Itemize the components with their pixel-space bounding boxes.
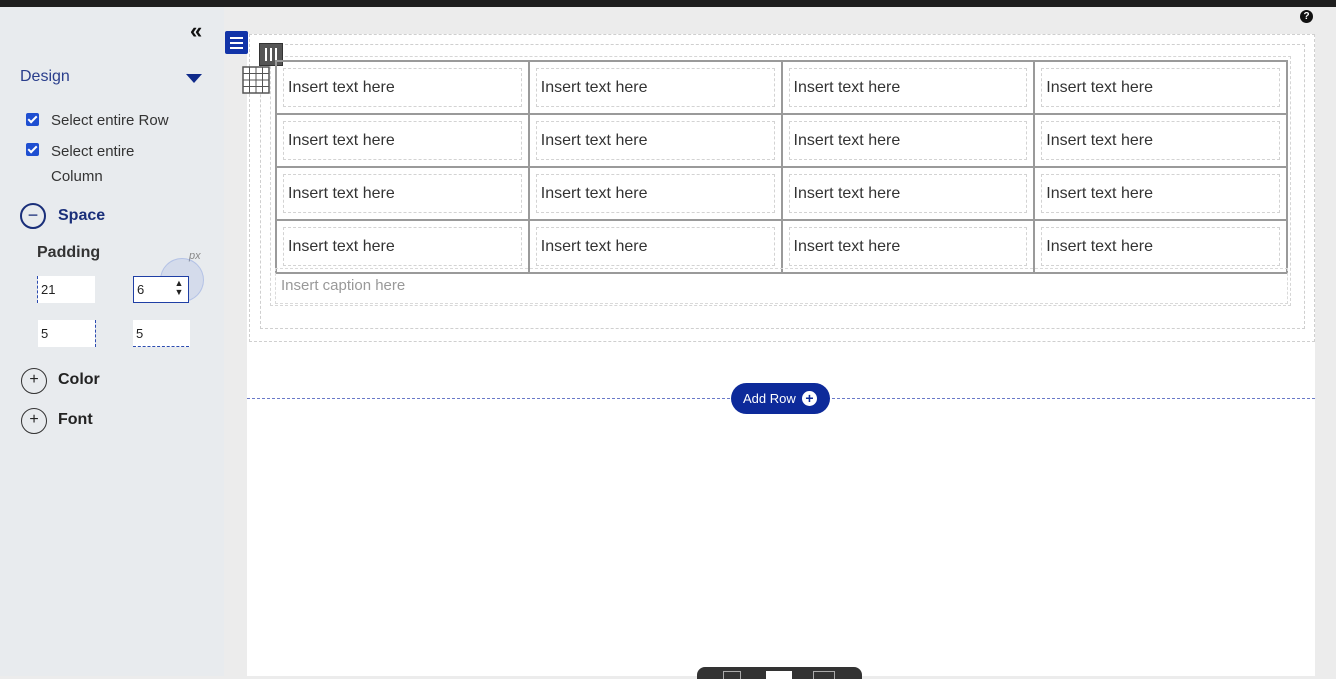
- table-cell[interactable]: Insert text here: [1033, 219, 1288, 274]
- table-cell[interactable]: Insert text here: [780, 166, 1036, 221]
- padding-bottom-indicator: [95, 320, 96, 347]
- select-entire-column-label: Select entire Column: [51, 143, 135, 185]
- cell-text[interactable]: Insert text here: [535, 174, 775, 213]
- table-cell[interactable]: Insert text here: [780, 113, 1036, 168]
- design-section-title: Design: [20, 68, 70, 85]
- cell-text[interactable]: Insert text here: [1041, 174, 1280, 213]
- table-row: Insert text here Insert text here Insert…: [275, 166, 1288, 221]
- cell-text[interactable]: Insert text here: [788, 68, 1028, 107]
- cell-text[interactable]: Insert text here: [1041, 121, 1280, 160]
- padding-top-indicator: [37, 276, 38, 303]
- add-row-label: Add Row: [743, 391, 796, 406]
- collapse-sidebar-button[interactable]: «: [190, 20, 202, 42]
- table-cell[interactable]: Insert text here: [1033, 113, 1288, 168]
- table-cell[interactable]: Insert text here: [527, 166, 783, 221]
- bottom-toolbar: [697, 667, 862, 679]
- padding-bottom-input[interactable]: [38, 320, 95, 347]
- select-entire-row-checkbox[interactable]: [26, 113, 39, 126]
- color-expand-icon[interactable]: +: [21, 368, 47, 394]
- cell-text[interactable]: Insert text here: [283, 174, 522, 213]
- padding-left-indicator: [133, 346, 189, 347]
- table-cell[interactable]: Insert text here: [527, 219, 783, 274]
- color-section-label[interactable]: Color: [58, 371, 100, 389]
- font-expand-icon[interactable]: +: [21, 408, 47, 434]
- padding-right-stepper-icon[interactable]: ▲ ▼: [173, 279, 185, 297]
- table-cell[interactable]: Insert text here: [1033, 166, 1288, 221]
- block-menu-icon[interactable]: [225, 31, 248, 54]
- table-caption-input[interactable]: Insert caption here: [275, 268, 1288, 304]
- select-entire-column-checkbox[interactable]: [26, 143, 39, 156]
- content-table: Insert text here Insert text here Insert…: [275, 60, 1288, 274]
- cell-text[interactable]: Insert text here: [535, 121, 775, 160]
- cell-text[interactable]: Insert text here: [283, 68, 522, 107]
- table-cell[interactable]: Insert text here: [780, 60, 1036, 115]
- table-row: Insert text here Insert text here Insert…: [275, 219, 1288, 274]
- mobile-view-icon[interactable]: [813, 671, 835, 679]
- table-cell[interactable]: Insert text here: [527, 113, 783, 168]
- plus-circle-icon: +: [802, 391, 817, 406]
- table-row: Insert text here Insert text here Insert…: [275, 113, 1288, 168]
- space-section-label[interactable]: Space: [58, 207, 105, 225]
- table-cell[interactable]: Insert text here: [527, 60, 783, 115]
- tablet-view-icon[interactable]: [766, 671, 792, 679]
- table-cell[interactable]: Insert text here: [275, 219, 530, 274]
- add-row-button[interactable]: Add Row +: [731, 383, 830, 414]
- table-row: Insert text here Insert text here Insert…: [275, 60, 1288, 115]
- design-dropdown-caret-icon[interactable]: [186, 74, 202, 83]
- cell-text[interactable]: Insert text here: [788, 174, 1028, 213]
- table-cell[interactable]: Insert text here: [275, 166, 530, 221]
- font-section-label[interactable]: Font: [58, 411, 93, 429]
- table-cell[interactable]: Insert text here: [275, 60, 530, 115]
- window-top-bar: [0, 0, 1336, 7]
- cell-text[interactable]: Insert text here: [1041, 227, 1280, 266]
- table-cell[interactable]: Insert text here: [275, 113, 530, 168]
- padding-left-input[interactable]: [133, 320, 190, 347]
- cell-text[interactable]: Insert text here: [788, 121, 1028, 160]
- cell-text[interactable]: Insert text here: [535, 227, 775, 266]
- cell-text[interactable]: Insert text here: [283, 121, 522, 160]
- cell-text[interactable]: Insert text here: [1041, 68, 1280, 107]
- table-cell[interactable]: Insert text here: [1033, 60, 1288, 115]
- table-grid-icon[interactable]: [242, 66, 270, 94]
- help-icon[interactable]: ?: [1300, 10, 1313, 23]
- table-cell[interactable]: Insert text here: [780, 219, 1036, 274]
- cell-text[interactable]: Insert text here: [283, 227, 522, 266]
- padding-top-input[interactable]: [38, 276, 95, 303]
- padding-label: Padding: [37, 244, 101, 261]
- cell-text[interactable]: Insert text here: [788, 227, 1028, 266]
- select-entire-row-label: Select entire Row: [51, 112, 169, 129]
- desktop-view-icon[interactable]: [723, 671, 741, 679]
- space-collapse-icon[interactable]: −: [20, 203, 46, 229]
- cell-text[interactable]: Insert text here: [535, 68, 775, 107]
